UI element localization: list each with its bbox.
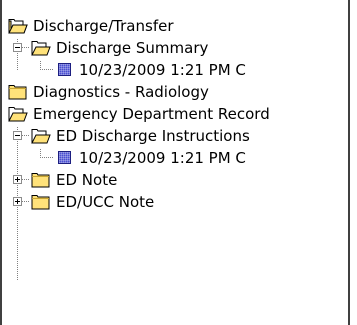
collapse-toggle[interactable] — [13, 43, 22, 52]
tree-node-label: 10/23/2009 1:21 PM C — [79, 149, 246, 167]
open-folder-icon — [31, 129, 51, 144]
document-tree-panel: Discharge/Transfer Discharge Summary 10/… — [0, 0, 350, 325]
panel-border-right — [348, 0, 350, 325]
tree-node-ed-ucc-note[interactable]: ED/UCC Note — [0, 191, 348, 213]
closed-folder-icon — [8, 85, 27, 100]
expand-toggle[interactable] — [13, 197, 22, 206]
tree-node-emergency-department-record[interactable]: Emergency Department Record — [0, 103, 348, 125]
tree-node-label: Diagnostics - Radiology — [33, 83, 209, 101]
tree-connector-line — [40, 69, 54, 70]
expand-toggle[interactable] — [13, 175, 22, 184]
tree-node-label: ED Discharge Instructions — [56, 127, 250, 145]
open-folder-icon — [31, 41, 51, 56]
tree-connector-line — [22, 135, 30, 136]
tree-connector-line — [40, 157, 54, 158]
closed-folder-icon — [31, 195, 50, 210]
open-folder-icon — [8, 19, 28, 34]
tree-connector-line — [22, 179, 30, 180]
tree-node-diagnostics-radiology[interactable]: Diagnostics - Radiology — [0, 81, 348, 103]
document-icon — [58, 151, 71, 164]
tree-node-label: ED Note — [56, 171, 118, 189]
document-icon — [58, 63, 71, 76]
tree-node-ed-discharge-instructions[interactable]: ED Discharge Instructions — [0, 125, 348, 147]
tree-node-label: Emergency Department Record — [33, 105, 270, 123]
tree-node-label: 10/23/2009 1:21 PM C — [79, 61, 246, 79]
tree-node-ed-note[interactable]: ED Note — [0, 169, 348, 191]
tree-node-discharge-transfer[interactable]: Discharge/Transfer — [0, 15, 348, 37]
collapse-toggle[interactable] — [13, 131, 22, 140]
tree-node-label: ED/UCC Note — [56, 193, 155, 211]
tree-node-label: Discharge Summary — [56, 39, 209, 57]
open-folder-icon — [8, 107, 28, 122]
tree-node-discharge-summary[interactable]: Discharge Summary — [0, 37, 348, 59]
tree-connector-line — [22, 201, 30, 202]
tree-node-label: Discharge/Transfer — [33, 17, 174, 35]
closed-folder-icon — [31, 173, 50, 188]
tree-node-document[interactable]: 10/23/2009 1:21 PM C — [0, 59, 348, 81]
tree-node-document[interactable]: 10/23/2009 1:21 PM C — [0, 147, 348, 169]
tree-connector-line — [22, 47, 30, 48]
